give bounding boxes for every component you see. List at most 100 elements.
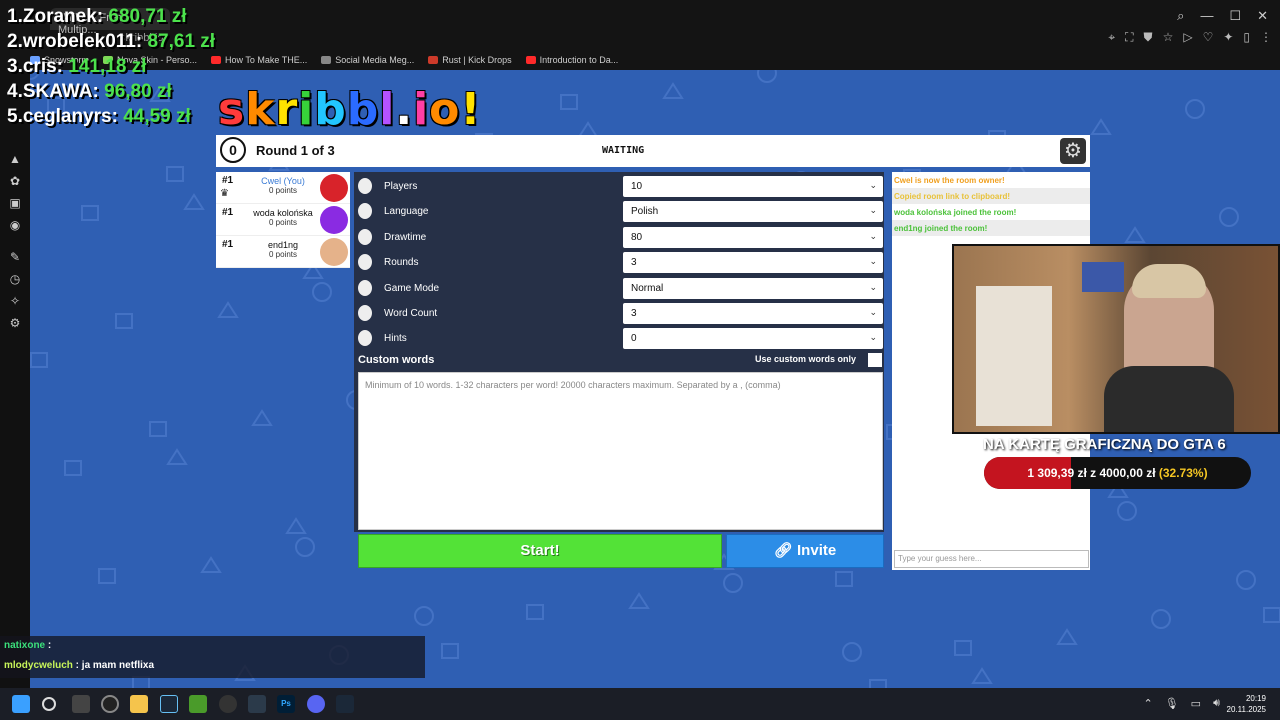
guess-input[interactable]: Type your guess here... (894, 550, 1089, 568)
photoshop-icon[interactable]: Ps (277, 695, 295, 713)
settings-icon[interactable]: ⚙ (0, 316, 30, 330)
doodle-shape (757, 70, 777, 83)
bookmark-item[interactable]: Rust | Kick Drops (428, 55, 512, 65)
use-custom-words-checkbox[interactable] (868, 353, 882, 367)
network-icon[interactable]: ▭ (1191, 697, 1201, 710)
gamemode-icon (358, 279, 372, 296)
task-view-icon[interactable] (72, 695, 90, 713)
round-label: Round 1 of 3 (256, 143, 335, 158)
doodle-shape (183, 193, 205, 210)
bookmark-item[interactable]: Social Media Meg... (321, 55, 414, 65)
play-icon[interactable]: ▷ (1183, 30, 1192, 45)
minimize-icon[interactable]: — (1200, 8, 1213, 24)
taskbar-clock[interactable]: 20:19 20.11.2025 (1227, 693, 1266, 715)
screenshot-icon[interactable]: ⛶ (1125, 30, 1133, 45)
chat-text: ja mam netflixa (79, 660, 155, 671)
logo-letter: s (218, 84, 246, 135)
invite-button[interactable]: 🔗︎ Invite (726, 534, 884, 568)
maximize-icon[interactable]: ☐ (1229, 8, 1241, 24)
doodle-shape (149, 421, 167, 437)
leaderboard-amount: 680,71 zł (108, 6, 187, 27)
leaderboard-entry: 5.ceglanyrs: 44,59 zł (7, 106, 215, 131)
doodle-shape (200, 556, 222, 573)
extensions-icon[interactable]: ✦ (1223, 30, 1233, 45)
setting-select[interactable]: 10 ⌄ (623, 176, 883, 197)
chrome-icon[interactable] (219, 695, 237, 713)
chat-separator: : (45, 640, 52, 651)
setting-row: Hints 0 ⌄ (354, 328, 884, 350)
setting-select[interactable]: 0 ⌄ (623, 328, 883, 350)
microphone-icon[interactable]: 🎙︎ (1165, 697, 1179, 710)
lobby-settings-panel: Players 10 ⌄ Language Polish ⌄ Drawtime 80 ⌄ Roun… (354, 172, 884, 532)
goal-current: 1 309,39 zł (1027, 466, 1087, 480)
leaderboard-amount: 44,59 zł (123, 106, 191, 127)
user-icon (358, 178, 372, 194)
doodle-shape (723, 573, 743, 593)
leaderboard-pos: 3. (7, 56, 23, 77)
players-list: #1 ♛ Cwel (You) 0 points #1 woda kolońska 0 po… (216, 172, 350, 268)
game-status: WAITING (602, 145, 645, 156)
gear-icon[interactable]: ⚙ (1060, 138, 1086, 164)
steam-icon-2[interactable] (336, 695, 354, 713)
shield-icon[interactable]: ⛊ (1144, 30, 1153, 45)
setting-select[interactable]: 3 ⌄ (623, 252, 883, 274)
twitch-icon[interactable]: ▣ (0, 196, 30, 210)
bookmark-icon (525, 56, 536, 64)
setting-select[interactable]: Polish ⌄ (623, 201, 883, 223)
star-icon[interactable]: ☆ (1163, 30, 1174, 45)
stream-chat-message: mlodycweluch : ja mam netflixa (0, 656, 425, 676)
file-explorer-icon[interactable] (130, 695, 148, 713)
browser-icon[interactable] (101, 695, 119, 713)
pin-icon[interactable]: ⌖ (1108, 30, 1115, 45)
doodle-shape (414, 606, 434, 626)
logo-letter: r (275, 84, 299, 135)
close-icon[interactable]: ✕ (1257, 8, 1268, 24)
start-menu-icon[interactable] (12, 695, 30, 713)
leaderboard-entry: 2.wrobelek011: 87,61 zł (7, 31, 215, 56)
logo-letter: o (429, 84, 461, 135)
volume-icon[interactable]: 🔊︎ (1213, 697, 1220, 710)
bookmark-item[interactable]: How To Make THE... (211, 55, 307, 65)
start-button[interactable]: Start! (358, 534, 722, 568)
custom-words-textarea[interactable]: Minimum of 10 words. 1-32 characters per… (358, 372, 883, 530)
setting-select[interactable]: 3 ⌄ (623, 303, 883, 324)
language-icon (358, 203, 372, 220)
chatgpt-icon[interactable]: ✿ (0, 174, 30, 188)
pen-icon[interactable]: ✎ (0, 250, 30, 264)
search-icon[interactable]: ⌕ (1177, 8, 1184, 24)
setting-select[interactable]: 80 ⌄ (623, 226, 883, 248)
player-row[interactable]: #1 ♛ Cwel (You) 0 points (216, 172, 350, 204)
clock-date: 20.11.2025 (1226, 705, 1266, 714)
bookmark-label: Introduction to Da... (539, 55, 619, 65)
history-icon[interactable]: ◷ (0, 272, 30, 286)
webcam-door (976, 286, 1052, 426)
address-bar[interactable]: skribbl.io (30, 30, 1280, 50)
sidebar-icon[interactable]: ▯ (1243, 30, 1250, 45)
sidebar-app-icon[interactable]: ▲ (0, 152, 30, 166)
leaderboard-name: ceglanyrs: (22, 106, 118, 127)
search-icon[interactable] (42, 697, 56, 711)
steam-icon[interactable] (160, 695, 178, 713)
minecraft-icon[interactable] (189, 695, 207, 713)
hint-icon (358, 330, 372, 347)
setting-row: Word Count 3 ⌄ (354, 303, 884, 325)
chevron-up-icon[interactable]: ⌃ (1143, 697, 1152, 710)
player-row[interactable]: #1 woda kolońska 0 points (216, 204, 350, 236)
chat-message: end1ng joined the room! (892, 220, 1090, 236)
puzzle-icon[interactable]: ✧ (0, 294, 30, 308)
setting-label: Language (384, 206, 429, 218)
app-icon[interactable] (248, 695, 266, 713)
setting-select[interactable]: Normal ⌄ (623, 277, 883, 299)
leaderboard-pos: 5. (7, 106, 23, 127)
discord-icon[interactable] (307, 695, 325, 713)
donation-goal-text: 1 309,39 zł z 4000,00 zł (32.73%) (984, 457, 1251, 489)
messenger-icon[interactable]: ◉ (0, 218, 30, 232)
doodle-shape (1117, 501, 1137, 521)
menu-icon[interactable]: ⋮ (1260, 30, 1272, 45)
leaderboard-entry: 4.SKAWA: 96,80 zł (7, 81, 215, 106)
heart-icon[interactable]: ♡ (1203, 30, 1214, 45)
donation-goal-title: NA KARTĘ GRAFICZNĄ DO GTA 6 (983, 436, 1226, 453)
doodle-shape (251, 409, 273, 426)
bookmark-item[interactable]: Introduction to Da... (525, 55, 619, 65)
player-row[interactable]: #1 end1ng 0 points (216, 236, 350, 268)
